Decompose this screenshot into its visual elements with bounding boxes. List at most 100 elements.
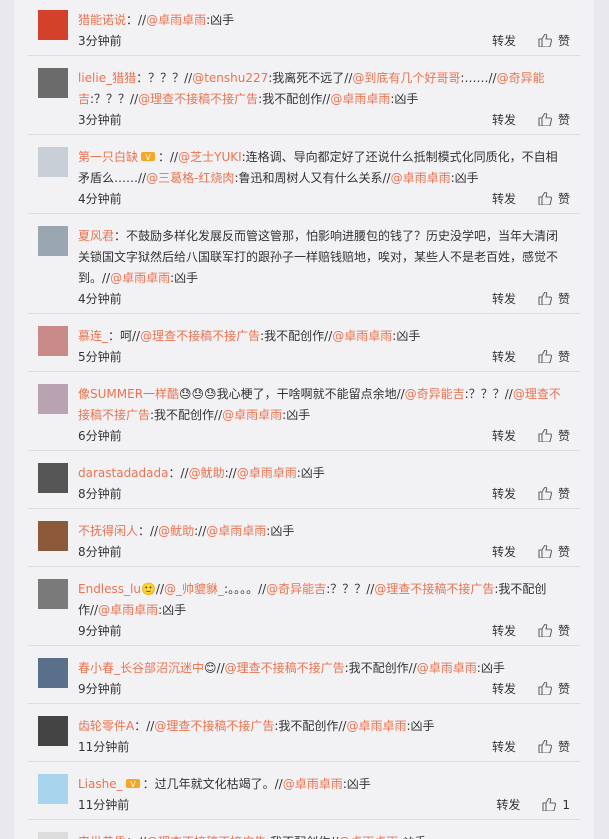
mention-link[interactable]: @卓雨卓雨 — [338, 835, 398, 839]
mention-link[interactable]: @卓雨卓雨 — [237, 466, 297, 480]
like-button[interactable]: 1 — [542, 798, 570, 812]
forward-button[interactable]: 转发 — [492, 32, 516, 49]
mention-link[interactable]: @芝士YUKI — [178, 150, 242, 164]
forward-button[interactable]: 转发 — [496, 796, 520, 813]
avatar[interactable] — [38, 521, 68, 551]
comment-username[interactable]: 夏风君 — [78, 229, 114, 243]
mention-link[interactable]: @卓雨卓雨 — [417, 661, 477, 675]
avatar[interactable] — [38, 147, 68, 177]
like-button[interactable]: 赞 — [538, 680, 570, 697]
avatar[interactable] — [38, 384, 68, 414]
comment-text: :？？？// — [90, 92, 139, 106]
like-button[interactable]: 赞 — [538, 290, 570, 307]
avatar[interactable] — [38, 658, 68, 688]
forward-button[interactable]: 转发 — [492, 290, 516, 307]
avatar[interactable] — [38, 326, 68, 356]
mention-link[interactable]: @卓雨卓雨 — [330, 92, 390, 106]
mention-link[interactable]: @奇异能吉 — [266, 582, 326, 596]
comment-body: 夏风君：不鼓励多样化发展反而管这管那，怕影响进腰包的钱了？历史没学吧，当年大清闭… — [78, 214, 580, 289]
mention-link[interactable]: @鱿助 — [189, 466, 225, 480]
comment-text: ：过几年就文化枯竭了。// — [142, 777, 283, 791]
mention-link[interactable]: @理查不接稿不接广告 — [225, 661, 345, 675]
mention-link[interactable]: @理查不接稿不接广告 — [140, 329, 260, 343]
forward-button[interactable]: 转发 — [492, 348, 516, 365]
like-label: 赞 — [557, 624, 570, 638]
mention-link[interactable]: @三葛格-红烧肉 — [146, 171, 234, 185]
like-button[interactable]: 赞 — [538, 111, 570, 128]
comment-username[interactable]: lielie_猎猎 — [78, 71, 136, 85]
mention-link[interactable]: @卓雨卓雨 — [332, 329, 392, 343]
mention-link[interactable]: @卓雨卓雨 — [146, 13, 206, 27]
comment-body: 慕连_：呵//@理查不接稿不接广告:我不配创作//@卓雨卓雨:凶手 — [78, 314, 580, 347]
like-button[interactable]: 赞 — [538, 427, 570, 444]
like-button[interactable]: 赞 — [538, 738, 570, 755]
forward-button[interactable]: 转发 — [492, 738, 516, 755]
forward-button[interactable]: 转发 — [492, 680, 516, 697]
like-label: 赞 — [557, 192, 570, 206]
mention-link[interactable]: @理查不接稿不接广告 — [138, 92, 258, 106]
comment-username[interactable]: darastadadada — [78, 466, 168, 480]
comment-username[interactable]: 齿轮零件A — [78, 719, 134, 733]
forward-button[interactable]: 转发 — [492, 427, 516, 444]
avatar[interactable] — [38, 832, 68, 839]
thumbs-up-icon — [538, 34, 552, 47]
comment-username[interactable]: 不抚得闲人 — [78, 524, 138, 538]
forward-button[interactable]: 转发 — [492, 543, 516, 560]
like-label: 1 — [562, 797, 570, 812]
like-button[interactable]: 赞 — [538, 485, 570, 502]
mention-link[interactable]: @卓雨卓雨 — [98, 603, 158, 617]
comment-text: :凶手 — [450, 171, 479, 185]
avatar[interactable] — [38, 10, 68, 40]
avatar[interactable] — [38, 68, 68, 98]
forward-button[interactable]: 转发 — [492, 485, 516, 502]
avatar[interactable] — [38, 579, 68, 609]
mention-link[interactable]: @理查不接稿不接广告 — [146, 835, 266, 839]
avatar[interactable] — [38, 463, 68, 493]
comment-text: :// — [194, 524, 207, 538]
comment-username[interactable]: 像SUMMER一样酷 — [78, 387, 179, 401]
like-button[interactable]: 赞 — [538, 348, 570, 365]
mention-link[interactable]: @卓雨卓雨 — [283, 777, 343, 791]
forward-button[interactable]: 转发 — [492, 190, 516, 207]
mention-link[interactable]: @卓雨卓雨 — [391, 171, 451, 185]
avatar[interactable] — [38, 774, 68, 804]
comment-username[interactable]: 慕连_ — [78, 329, 108, 343]
comment-username[interactable]: Endless_lu — [78, 582, 141, 596]
forward-button[interactable]: 转发 — [492, 111, 516, 128]
mention-link[interactable]: @卓雨卓雨 — [346, 719, 406, 733]
comment-username[interactable]: Liashe_ — [78, 777, 123, 791]
comment-row: 像SUMMER一样酷😓😓😓我心梗了，干啥啊就不能留点余地//@奇异能吉:？？？/… — [28, 372, 580, 451]
forward-button[interactable]: 转发 — [492, 622, 516, 639]
avatar[interactable] — [38, 226, 68, 256]
mention-link[interactable]: @奇异能吉 — [405, 387, 465, 401]
comment-text: :凶手 — [342, 777, 371, 791]
mention-link[interactable]: @tenshu227 — [192, 71, 268, 85]
like-button[interactable]: 赞 — [538, 190, 570, 207]
mention-link[interactable]: @理查不接稿不接广告 — [374, 582, 494, 596]
comment-body: darastadadada：//@鱿助://@卓雨卓雨:凶手 — [78, 451, 580, 484]
mention-link[interactable]: @卓雨卓雨 — [110, 271, 170, 285]
comment-time: 9分钟前 — [78, 624, 122, 638]
like-button[interactable]: 赞 — [538, 32, 570, 49]
thumbs-up-icon — [538, 113, 552, 126]
comment-time: 8分钟前 — [78, 545, 122, 559]
comment-username[interactable]: 春小春_长谷部沼沉迷中 — [78, 661, 204, 675]
like-button[interactable]: 赞 — [538, 622, 570, 639]
like-button[interactable]: 赞 — [538, 543, 570, 560]
comment-username[interactable]: 第一只白缺 — [78, 150, 138, 164]
avatar[interactable] — [38, 716, 68, 746]
mention-link[interactable]: @理查不接稿不接广告 — [154, 719, 274, 733]
comment-username[interactable]: 来世黄昏 — [78, 835, 126, 839]
comment-username[interactable]: 猎能诺说 — [78, 13, 126, 27]
mention-link[interactable]: @到底有几个好哥哥 — [352, 71, 460, 85]
thumbs-up-icon — [538, 545, 552, 558]
comment-meta: 5分钟前 转发 赞 — [78, 347, 580, 371]
mention-link[interactable]: @鱿助 — [158, 524, 194, 538]
thumbs-up-icon — [538, 350, 552, 363]
comment-body: lielie_猎猎：？？？//@tenshu227:我离死不远了//@到底有几个… — [78, 56, 580, 110]
emoji-icon: 😊 — [204, 661, 217, 675]
mention-link[interactable]: @_帅貔貅_ — [164, 582, 224, 596]
mention-link[interactable]: @卓雨卓雨 — [206, 524, 266, 538]
mention-link[interactable]: @卓雨卓雨 — [222, 408, 282, 422]
comment-text: :我不配创作// — [344, 661, 417, 675]
